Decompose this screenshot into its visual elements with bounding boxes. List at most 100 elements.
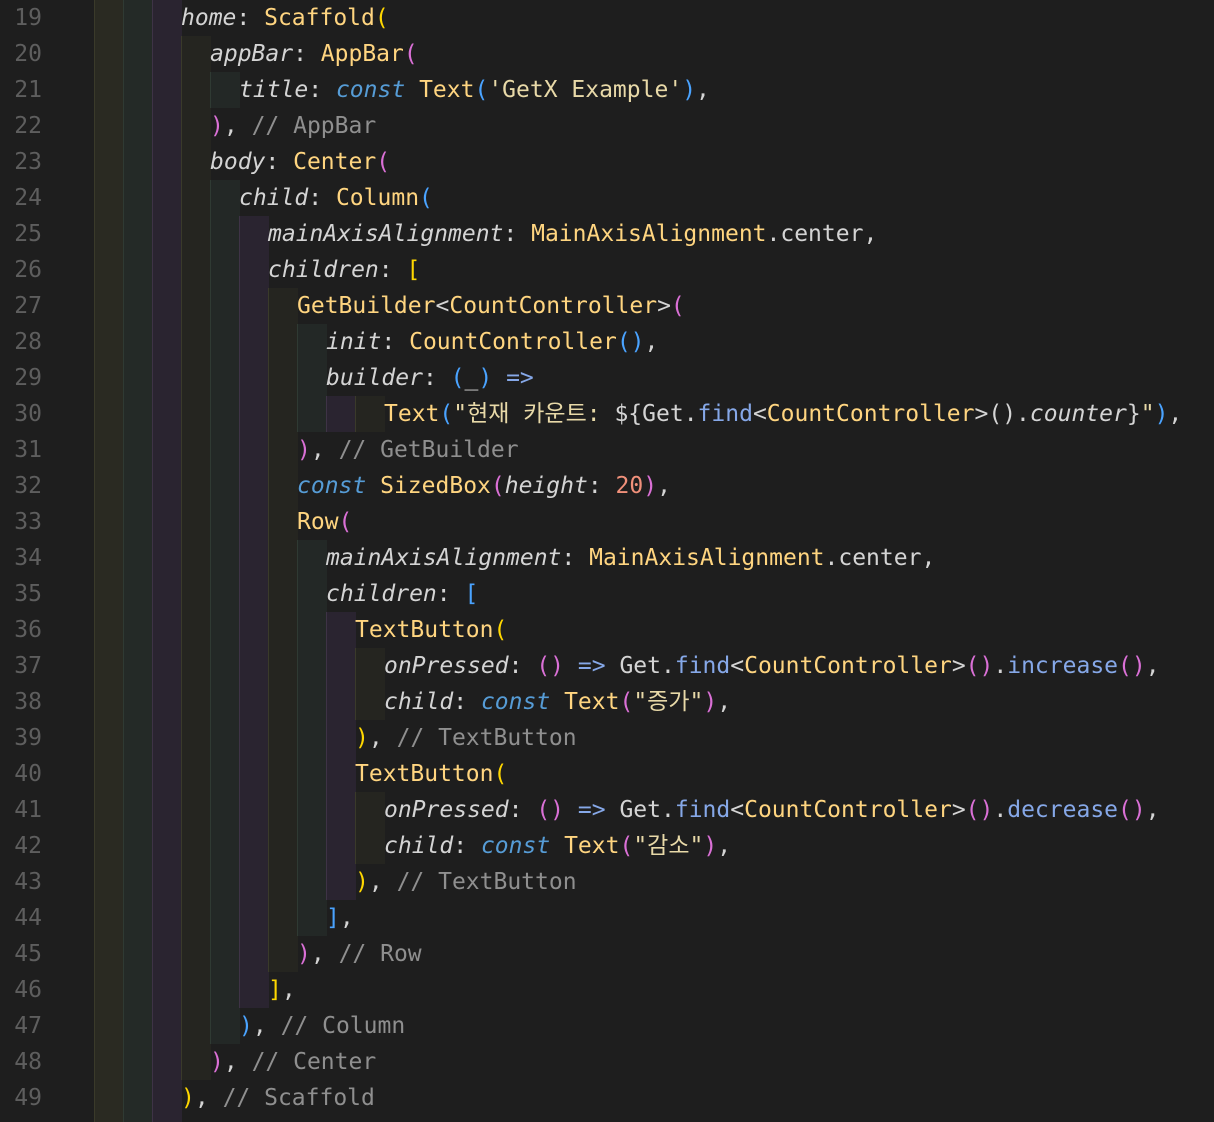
code-token: ) [181, 1085, 195, 1111]
code-line[interactable]: 46], [0, 972, 1214, 1008]
code-line[interactable]: 35 children: [ [0, 576, 1214, 612]
code-token: () [1118, 653, 1146, 679]
code-line[interactable]: 41 onPressed: () => Get.find<CountControl… [0, 792, 1214, 828]
code-token: CountController [744, 797, 952, 823]
code-line[interactable]: 47), // Column [0, 1008, 1214, 1044]
code-line[interactable]: 39), // TextButton [0, 720, 1214, 756]
code-text: ), // Scaffold [181, 1080, 375, 1116]
code-text: ), // Column [239, 1008, 405, 1044]
code-line[interactable]: 37 onPressed: () => Get.find<CountControl… [0, 648, 1214, 684]
code-token: ( [376, 149, 391, 175]
code-token: TextButton [355, 761, 494, 787]
code-token: , [368, 869, 397, 895]
code-line[interactable]: 40 TextButton( [0, 756, 1214, 792]
line-number: 21 [14, 77, 42, 103]
code-text: child: const Text("증가"), [384, 684, 731, 720]
code-token: : [265, 149, 294, 175]
line-number: 40 [14, 761, 42, 787]
code-token: [ [406, 257, 421, 283]
code-token: Get. [605, 653, 675, 679]
code-token: => [577, 797, 606, 823]
code-token: ( [403, 41, 418, 67]
code-text: Text("현재 카운트: ${Get.find<CountController… [384, 396, 1182, 432]
code-line[interactable]: 30 Text("현재 카운트: ${Get.find<CountControll… [0, 396, 1214, 432]
code-line[interactable]: 43), // TextButton [0, 864, 1214, 900]
line-number: 44 [14, 905, 42, 931]
code-text: home: Scaffold( [181, 0, 389, 36]
code-token: : [381, 329, 410, 355]
code-token: ] [326, 905, 340, 931]
code-text: ), // TextButton [355, 720, 577, 756]
code-token: : [453, 833, 481, 859]
code-line[interactable]: 49), // Scaffold [0, 1080, 1214, 1116]
code-token: . [993, 797, 1008, 823]
line-number: 35 [14, 581, 42, 607]
line-number: 32 [14, 473, 42, 499]
code-token: , [1168, 401, 1183, 427]
code-line[interactable]: 34 mainAxisAlignment: MainAxisAlignment.c… [0, 540, 1214, 576]
code-line[interactable]: 31 ), // GetBuilder [0, 432, 1214, 468]
line-number: 27 [14, 293, 42, 319]
code-line[interactable]: 42 child: const Text("감소"), [0, 828, 1214, 864]
code-editor[interactable]: 19 home: Scaffold(20 appBar: AppBar(21 titl… [0, 0, 1214, 1122]
code-token: , [1145, 653, 1160, 679]
code-line[interactable]: 44], [0, 900, 1214, 936]
code-token: ( [619, 833, 634, 859]
code-token: [ [464, 581, 479, 607]
line-number: 31 [14, 437, 42, 463]
code-token: => [577, 653, 606, 679]
code-line[interactable]: 21 title: const Text('GetX Example'), [0, 72, 1214, 108]
code-token: ( [474, 77, 489, 103]
code-token: : [308, 77, 336, 103]
code-line[interactable]: 26 children: [ [0, 252, 1214, 288]
code-text: TextButton( [355, 612, 507, 648]
line-number: 30 [14, 401, 42, 427]
code-token: ) [239, 1013, 253, 1039]
code-token: Text [564, 689, 620, 715]
code-token: ( [419, 185, 433, 211]
code-token: _ [464, 365, 479, 391]
code-token: find [674, 797, 731, 823]
code-token: < [730, 797, 745, 823]
code-token: ) [478, 365, 493, 391]
code-line[interactable]: 33 Row( [0, 504, 1214, 540]
code-text: mainAxisAlignment: MainAxisAlignment.cen… [268, 216, 877, 252]
code-line[interactable]: 24 child: Column( [0, 180, 1214, 216]
code-token: : [453, 689, 481, 715]
code-token: ( [338, 509, 353, 535]
code-line[interactable]: 36 TextButton( [0, 612, 1214, 648]
code-token: find [674, 653, 731, 679]
code-token: ) [210, 1049, 224, 1075]
code-text: children: [ [326, 576, 478, 612]
line-number: 19 [14, 5, 42, 31]
code-line[interactable]: 32 const SizedBox(height: 20), [0, 468, 1214, 504]
code-line[interactable]: 20 appBar: AppBar( [0, 36, 1214, 72]
code-token: const [480, 689, 551, 715]
code-line[interactable]: 45), // Row [0, 936, 1214, 972]
code-line[interactable]: 19 home: Scaffold( [0, 0, 1214, 36]
code-token: "감소" [633, 833, 704, 859]
code-line[interactable]: 25 mainAxisAlignment: MainAxisAlignment.c… [0, 216, 1214, 252]
code-token: ( [493, 761, 508, 787]
code-token: > [951, 797, 966, 823]
code-token: CountController [409, 329, 617, 355]
code-token: onPressed [384, 653, 509, 679]
code-line[interactable]: 23 body: Center( [0, 144, 1214, 180]
code-token: mainAxisAlignment [326, 545, 562, 571]
code-text: ), // GetBuilder [297, 432, 519, 468]
code-line[interactable]: 29 builder: (_) => [0, 360, 1214, 396]
code-token: , [194, 1085, 223, 1111]
code-token: => [506, 365, 534, 391]
code-line[interactable]: 22), // AppBar [0, 108, 1214, 144]
code-line[interactable]: 38 child: const Text("증가"), [0, 684, 1214, 720]
code-token: ) [297, 437, 311, 463]
code-token: children [326, 581, 437, 607]
code-token: . [993, 653, 1008, 679]
code-token: : [503, 221, 532, 247]
code-line[interactable]: 27 GetBuilder<CountController>( [0, 288, 1214, 324]
line-number: 43 [14, 869, 42, 895]
code-token: : [508, 653, 537, 679]
code-line[interactable]: 48), // Center [0, 1044, 1214, 1080]
code-line[interactable]: 28 init: CountController(), [0, 324, 1214, 360]
